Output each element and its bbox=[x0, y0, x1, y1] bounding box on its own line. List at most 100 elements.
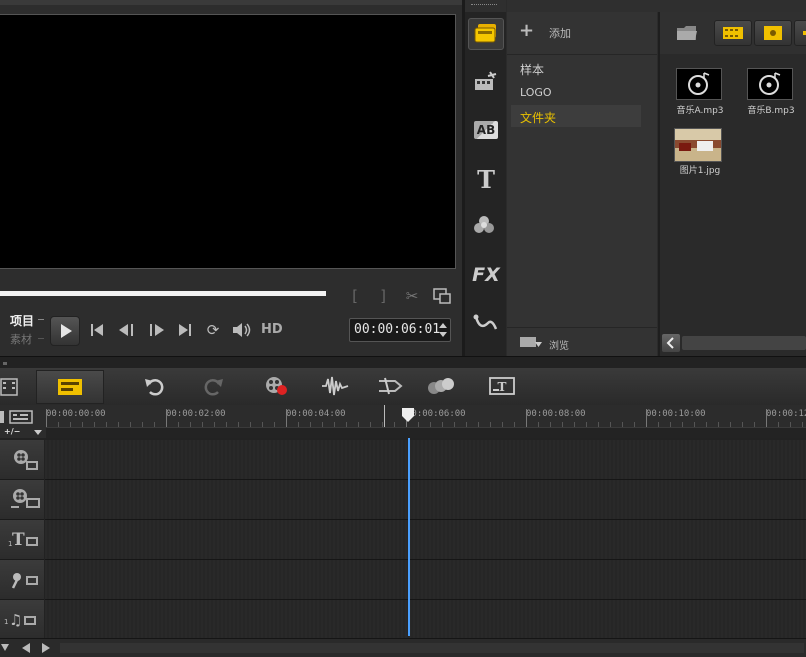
track-manager-button[interactable] bbox=[0, 408, 36, 428]
overlay-track-icon bbox=[11, 489, 40, 508]
add-folder-button[interactable]: + 添加 bbox=[519, 20, 599, 42]
timecode-box[interactable]: 00:00:06:01 bbox=[349, 318, 451, 342]
track-body[interactable] bbox=[45, 440, 806, 480]
library-item[interactable]: 音乐A.mp3 bbox=[669, 64, 731, 116]
path-icon[interactable] bbox=[471, 310, 501, 336]
track-header[interactable] bbox=[0, 480, 44, 520]
mark-in-icon[interactable]: [ bbox=[348, 287, 362, 305]
folder-item-label: 样本 bbox=[520, 63, 545, 77]
track-video bbox=[0, 440, 806, 480]
time-ruler[interactable]: 00:00:00:00 00:00:02:00 00:00:04:00 00:0… bbox=[46, 405, 806, 427]
clip-mode-label[interactable]: 素材 bbox=[10, 331, 32, 347]
ruler-marker bbox=[384, 405, 385, 427]
enlarge-icon[interactable] bbox=[432, 287, 452, 305]
hd-toggle[interactable]: HD bbox=[261, 322, 283, 337]
tab-bar-top bbox=[465, 0, 506, 12]
timeline-view-button[interactable] bbox=[36, 370, 104, 404]
timeline-ruler-area: +/− 00:00:00:00 00:00:02:00 00:00:04:00 … bbox=[0, 405, 806, 439]
motion-tracking-icon[interactable] bbox=[426, 374, 456, 398]
photo-icon bbox=[764, 26, 782, 40]
record-capture-icon[interactable] bbox=[262, 374, 290, 398]
show-audio-button[interactable] bbox=[794, 20, 806, 46]
scroll-left-button[interactable] bbox=[662, 334, 680, 352]
playhead-icon bbox=[402, 408, 414, 422]
timeline-bottom-bar bbox=[0, 638, 806, 657]
track-voice bbox=[0, 560, 806, 600]
auto-music-icon[interactable] bbox=[376, 374, 404, 398]
zoom-control[interactable]: +/− bbox=[4, 427, 44, 437]
mark-out-icon[interactable]: ] bbox=[376, 287, 390, 305]
subtitle-editor-icon[interactable]: T bbox=[488, 374, 516, 398]
media-icon bbox=[474, 24, 496, 43]
next-frame-icon[interactable] bbox=[145, 321, 167, 339]
folder-item[interactable]: LOGO bbox=[511, 82, 641, 102]
music-note-icon bbox=[759, 72, 781, 95]
track-header[interactable] bbox=[0, 440, 44, 480]
ruler-label: 00:00:00:00 bbox=[46, 409, 106, 419]
video-track-icon bbox=[14, 450, 38, 470]
library-folder-panel: + 添加 样本 LOGO 文件夹 浏览 bbox=[507, 12, 657, 356]
scroll-left-icon[interactable] bbox=[20, 642, 32, 654]
track-header[interactable] bbox=[0, 560, 44, 600]
timeline-scroll-track[interactable] bbox=[60, 643, 804, 653]
browse-icon bbox=[520, 337, 542, 347]
scissors-icon[interactable]: ✂ bbox=[402, 287, 422, 305]
audio-mixer-icon[interactable] bbox=[320, 374, 350, 398]
library-item[interactable]: 图片1.jpg bbox=[669, 124, 731, 176]
instant-project-icon[interactable] bbox=[471, 68, 501, 94]
show-photo-button[interactable] bbox=[754, 20, 792, 46]
folder-item-selected[interactable]: 文件夹 bbox=[511, 105, 641, 127]
folder-icon[interactable] bbox=[674, 22, 700, 44]
transition-icon[interactable]: AB bbox=[471, 117, 501, 143]
folder-item-label: LOGO bbox=[520, 86, 552, 99]
play-icon bbox=[61, 324, 72, 338]
storyboard-view-button[interactable] bbox=[0, 373, 22, 401]
graphics-icon[interactable] bbox=[471, 212, 501, 238]
track-body[interactable] bbox=[45, 600, 806, 640]
undo-icon[interactable] bbox=[142, 374, 166, 398]
track-header[interactable]: 1 ♫ bbox=[0, 600, 44, 640]
title-icon[interactable]: T bbox=[471, 165, 501, 194]
playhead-handle[interactable] bbox=[402, 407, 414, 422]
add-label: 添加 bbox=[549, 27, 571, 40]
volume-icon[interactable] bbox=[230, 320, 254, 340]
previous-frame-icon[interactable] bbox=[116, 321, 138, 339]
library-scrollbar[interactable] bbox=[660, 332, 806, 354]
redo-icon[interactable] bbox=[202, 374, 226, 398]
track-header[interactable]: T1 bbox=[0, 520, 44, 560]
track-body[interactable] bbox=[45, 480, 806, 520]
timecode-spinner-icon[interactable] bbox=[438, 321, 448, 339]
scrub-bar[interactable] bbox=[0, 291, 326, 296]
tab-media[interactable] bbox=[468, 18, 504, 50]
voice-track-icon bbox=[11, 573, 38, 589]
preview-screen bbox=[0, 14, 456, 269]
track-title: T1 bbox=[0, 520, 806, 560]
film-icon bbox=[723, 27, 743, 39]
collapse-icon[interactable] bbox=[0, 643, 10, 653]
browse-button[interactable]: 浏览 bbox=[519, 332, 599, 352]
audio-thumbnail bbox=[747, 68, 793, 100]
browse-bar bbox=[507, 327, 657, 328]
plus-icon: + bbox=[519, 20, 535, 41]
scroll-right-icon[interactable] bbox=[40, 642, 52, 654]
ruler-label: 00:00:12 bbox=[766, 409, 806, 419]
zoom-label: +/− bbox=[4, 427, 21, 436]
track-body[interactable] bbox=[45, 560, 806, 600]
skip-end-icon[interactable] bbox=[176, 321, 194, 339]
folder-item[interactable]: 样本 bbox=[511, 58, 641, 78]
track-body[interactable] bbox=[45, 520, 806, 560]
repeat-icon[interactable]: ⟳ bbox=[203, 320, 223, 340]
show-video-button[interactable] bbox=[714, 20, 752, 46]
scroll-track[interactable] bbox=[682, 336, 806, 350]
play-button[interactable] bbox=[50, 316, 80, 346]
ruler-label: 00:00:02:00 bbox=[166, 409, 226, 419]
chevron-down-icon bbox=[34, 430, 42, 435]
library-item[interactable]: 音乐B.mp3 bbox=[740, 64, 802, 116]
project-mode-label[interactable]: 项目 bbox=[10, 312, 34, 329]
title-track-icon: T1 bbox=[8, 530, 38, 550]
folder-list-divider bbox=[507, 54, 657, 55]
skip-start-icon[interactable] bbox=[88, 321, 106, 339]
svg-text:1: 1 bbox=[8, 540, 12, 548]
ruler-label: 00:00:06:00 bbox=[406, 409, 466, 419]
filter-fx-icon[interactable]: FX bbox=[471, 262, 501, 288]
